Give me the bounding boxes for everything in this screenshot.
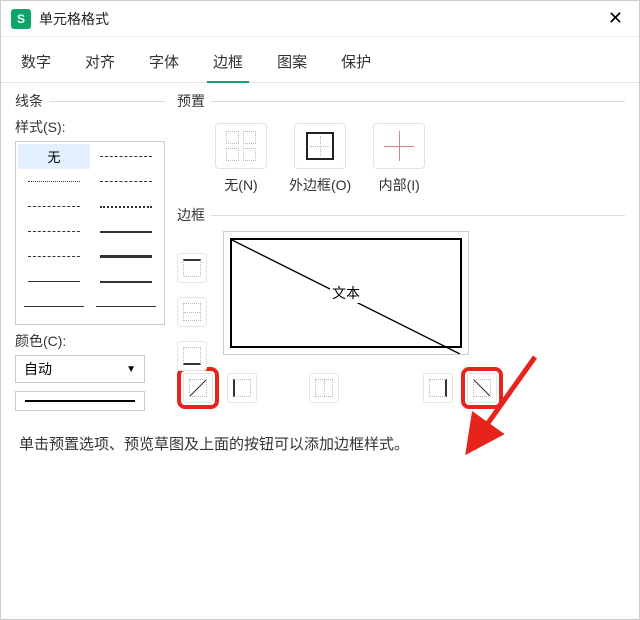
preset-inner-label: 内部(I) xyxy=(379,175,420,195)
line-style-none[interactable]: 无 xyxy=(18,144,90,169)
preset-outer[interactable]: 外边框(O) xyxy=(289,123,351,195)
preset-none-label: 无(N) xyxy=(224,175,257,195)
line-style-dash3[interactable] xyxy=(18,219,90,244)
preset-section-label: 预置 xyxy=(177,91,625,111)
highlight-diag-down xyxy=(461,367,503,409)
tab-protect[interactable]: 保护 xyxy=(335,43,377,82)
hint-text: 单击预置选项、预览草图及上面的按钮可以添加边框样式。 xyxy=(1,411,639,454)
window-title: 单元格格式 xyxy=(39,9,602,29)
border-vmiddle-button[interactable] xyxy=(309,373,339,403)
border-panel: 预置 无(N) 外边框(O) 内部(I) 边框 xyxy=(177,91,625,411)
preset-outer-label: 外边框(O) xyxy=(289,175,351,195)
tab-align[interactable]: 对齐 xyxy=(79,43,121,82)
preset-inner[interactable]: 内部(I) xyxy=(373,123,425,195)
border-right-button[interactable] xyxy=(423,373,453,403)
line-style-dash2[interactable] xyxy=(90,194,162,219)
color-dropdown[interactable]: 自动 ▼ xyxy=(15,355,145,383)
cell-format-dialog: S 单元格格式 ✕ 数字 对齐 字体 边框 图案 保护 线条 样式(S): 无 xyxy=(0,0,640,620)
line-panel: 线条 样式(S): 无 xyxy=(15,91,165,411)
tab-border[interactable]: 边框 xyxy=(207,43,249,82)
highlight-diag-up xyxy=(177,367,219,409)
tab-font[interactable]: 字体 xyxy=(143,43,185,82)
style-label: 样式(S): xyxy=(15,117,165,137)
border-hmiddle-button[interactable] xyxy=(177,297,207,327)
diagonal-up-button[interactable] xyxy=(183,373,213,403)
close-icon[interactable]: ✕ xyxy=(602,8,629,29)
preview-text: 文本 xyxy=(330,283,362,303)
chevron-down-icon: ▼ xyxy=(126,364,136,375)
tab-number[interactable]: 数字 xyxy=(15,43,57,82)
line-style-thick[interactable] xyxy=(90,244,162,269)
app-icon: S xyxy=(11,9,31,29)
line-style-med[interactable] xyxy=(90,219,162,244)
color-value: 自动 xyxy=(24,359,52,379)
diagonal-down-button[interactable] xyxy=(467,373,497,403)
color-preview xyxy=(15,391,145,411)
line-style-thin[interactable] xyxy=(18,269,90,294)
line-style-dbldash[interactable] xyxy=(90,169,162,194)
tab-pattern[interactable]: 图案 xyxy=(271,43,313,82)
line-style-dash1[interactable] xyxy=(18,194,90,219)
line-style-dotted[interactable] xyxy=(18,169,90,194)
border-preview[interactable]: 文本 xyxy=(223,231,469,355)
border-bottom-button[interactable] xyxy=(177,341,207,371)
preset-none[interactable]: 无(N) xyxy=(215,123,267,195)
border-section-label: 边框 xyxy=(177,205,625,225)
line-style-list[interactable]: 无 xyxy=(15,141,165,325)
tab-bar: 数字 对齐 字体 边框 图案 保护 xyxy=(1,37,639,83)
line-style-med2[interactable] xyxy=(90,269,162,294)
line-style-thin2[interactable] xyxy=(18,294,90,319)
line-style-dashdot[interactable] xyxy=(90,144,162,169)
line-style-thin3[interactable] xyxy=(90,294,162,319)
border-left-button[interactable] xyxy=(227,373,257,403)
border-top-button[interactable] xyxy=(177,253,207,283)
line-style-dash4[interactable] xyxy=(18,244,90,269)
color-label: 颜色(C): xyxy=(15,331,165,351)
line-section-label: 线条 xyxy=(15,91,165,111)
titlebar: S 单元格格式 ✕ xyxy=(1,1,639,37)
